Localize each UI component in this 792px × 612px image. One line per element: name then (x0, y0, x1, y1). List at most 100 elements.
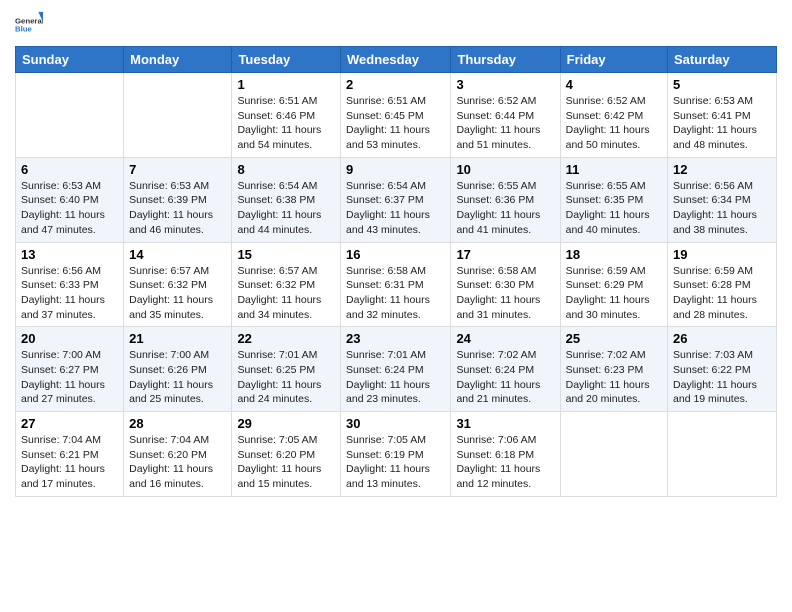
day-number: 18 (566, 247, 662, 262)
calendar-cell (16, 73, 124, 158)
day-number: 15 (237, 247, 335, 262)
day-number: 1 (237, 77, 335, 92)
day-number: 25 (566, 331, 662, 346)
day-number: 13 (21, 247, 118, 262)
calendar-cell: 16 Sunrise: 6:58 AMSunset: 6:31 PMDayligh… (341, 242, 451, 327)
calendar-cell: 2 Sunrise: 6:51 AMSunset: 6:45 PMDaylight… (341, 73, 451, 158)
calendar-cell: 18 Sunrise: 6:59 AMSunset: 6:29 PMDayligh… (560, 242, 667, 327)
day-number: 28 (129, 416, 226, 431)
weekday-monday: Monday (124, 47, 232, 73)
day-number: 24 (456, 331, 554, 346)
day-number: 16 (346, 247, 445, 262)
week-row-2: 6 Sunrise: 6:53 AMSunset: 6:40 PMDaylight… (16, 157, 777, 242)
day-info: Sunrise: 7:00 AMSunset: 6:27 PMDaylight:… (21, 348, 118, 407)
day-info: Sunrise: 6:57 AMSunset: 6:32 PMDaylight:… (129, 264, 226, 323)
day-number: 8 (237, 162, 335, 177)
weekday-wednesday: Wednesday (341, 47, 451, 73)
calendar-cell: 11Sunrise: 6:55 AMSunset: 6:35 PMDayligh… (560, 157, 667, 242)
calendar-cell: 15 Sunrise: 6:57 AMSunset: 6:32 PMDayligh… (232, 242, 341, 327)
day-info: Sunrise: 6:58 AMSunset: 6:30 PMDaylight:… (456, 264, 554, 323)
day-info: Sunrise: 7:00 AMSunset: 6:26 PMDaylight:… (129, 348, 226, 407)
calendar-cell: 31Sunrise: 7:06 AMSunset: 6:18 PMDayligh… (451, 412, 560, 497)
calendar-cell: 19Sunrise: 6:59 AMSunset: 6:28 PMDayligh… (668, 242, 777, 327)
calendar-cell: 6 Sunrise: 6:53 AMSunset: 6:40 PMDaylight… (16, 157, 124, 242)
day-info: Sunrise: 7:02 AMSunset: 6:23 PMDaylight:… (566, 348, 662, 407)
day-number: 29 (237, 416, 335, 431)
day-info: Sunrise: 6:53 AMSunset: 6:41 PMDaylight:… (673, 94, 771, 153)
calendar-cell (124, 73, 232, 158)
day-number: 26 (673, 331, 771, 346)
calendar-cell: 9 Sunrise: 6:54 AMSunset: 6:37 PMDaylight… (341, 157, 451, 242)
weekday-tuesday: Tuesday (232, 47, 341, 73)
calendar-cell: 7 Sunrise: 6:53 AMSunset: 6:39 PMDaylight… (124, 157, 232, 242)
week-row-1: 1 Sunrise: 6:51 AMSunset: 6:46 PMDaylight… (16, 73, 777, 158)
day-number: 31 (456, 416, 554, 431)
calendar-cell: 23 Sunrise: 7:01 AMSunset: 6:24 PMDayligh… (341, 327, 451, 412)
day-number: 2 (346, 77, 445, 92)
page-header: General Blue (15, 10, 777, 38)
day-info: Sunrise: 6:53 AMSunset: 6:40 PMDaylight:… (21, 179, 118, 238)
day-number: 22 (237, 331, 335, 346)
calendar-cell: 27 Sunrise: 7:04 AMSunset: 6:21 PMDayligh… (16, 412, 124, 497)
day-info: Sunrise: 7:01 AMSunset: 6:24 PMDaylight:… (346, 348, 445, 407)
day-number: 5 (673, 77, 771, 92)
day-number: 14 (129, 247, 226, 262)
day-number: 4 (566, 77, 662, 92)
calendar-cell: 25 Sunrise: 7:02 AMSunset: 6:23 PMDayligh… (560, 327, 667, 412)
calendar-cell: 20 Sunrise: 7:00 AMSunset: 6:27 PMDayligh… (16, 327, 124, 412)
day-info: Sunrise: 6:59 AMSunset: 6:28 PMDaylight:… (673, 264, 771, 323)
day-info: Sunrise: 7:04 AMSunset: 6:21 PMDaylight:… (21, 433, 118, 492)
day-number: 12 (673, 162, 771, 177)
day-info: Sunrise: 6:51 AMSunset: 6:46 PMDaylight:… (237, 94, 335, 153)
weekday-header-row: SundayMondayTuesdayWednesdayThursdayFrid… (16, 47, 777, 73)
calendar-table: SundayMondayTuesdayWednesdayThursdayFrid… (15, 46, 777, 497)
day-info: Sunrise: 7:02 AMSunset: 6:24 PMDaylight:… (456, 348, 554, 407)
calendar-cell: 13 Sunrise: 6:56 AMSunset: 6:33 PMDayligh… (16, 242, 124, 327)
day-info: Sunrise: 7:05 AMSunset: 6:19 PMDaylight:… (346, 433, 445, 492)
day-number: 10 (456, 162, 554, 177)
calendar-cell: 17 Sunrise: 6:58 AMSunset: 6:30 PMDayligh… (451, 242, 560, 327)
day-number: 27 (21, 416, 118, 431)
calendar-cell (668, 412, 777, 497)
day-info: Sunrise: 6:57 AMSunset: 6:32 PMDaylight:… (237, 264, 335, 323)
day-info: Sunrise: 6:54 AMSunset: 6:38 PMDaylight:… (237, 179, 335, 238)
calendar-cell: 1 Sunrise: 6:51 AMSunset: 6:46 PMDaylight… (232, 73, 341, 158)
calendar-cell: 5 Sunrise: 6:53 AMSunset: 6:41 PMDaylight… (668, 73, 777, 158)
calendar-cell (560, 412, 667, 497)
calendar-cell: 4Sunrise: 6:52 AMSunset: 6:42 PMDaylight… (560, 73, 667, 158)
day-number: 6 (21, 162, 118, 177)
day-number: 20 (21, 331, 118, 346)
calendar-cell: 21 Sunrise: 7:00 AMSunset: 6:26 PMDayligh… (124, 327, 232, 412)
day-info: Sunrise: 7:05 AMSunset: 6:20 PMDaylight:… (237, 433, 335, 492)
day-info: Sunrise: 6:53 AMSunset: 6:39 PMDaylight:… (129, 179, 226, 238)
day-number: 7 (129, 162, 226, 177)
calendar-cell: 8 Sunrise: 6:54 AMSunset: 6:38 PMDaylight… (232, 157, 341, 242)
day-number: 11 (566, 162, 662, 177)
calendar-cell: 28 Sunrise: 7:04 AMSunset: 6:20 PMDayligh… (124, 412, 232, 497)
weekday-thursday: Thursday (451, 47, 560, 73)
calendar-cell: 3Sunrise: 6:52 AMSunset: 6:44 PMDaylight… (451, 73, 560, 158)
day-info: Sunrise: 6:51 AMSunset: 6:45 PMDaylight:… (346, 94, 445, 153)
logo-icon: General Blue (15, 8, 43, 36)
calendar-cell: 26 Sunrise: 7:03 AMSunset: 6:22 PMDayligh… (668, 327, 777, 412)
day-number: 23 (346, 331, 445, 346)
day-number: 17 (456, 247, 554, 262)
day-info: Sunrise: 7:03 AMSunset: 6:22 PMDaylight:… (673, 348, 771, 407)
day-info: Sunrise: 7:01 AMSunset: 6:25 PMDaylight:… (237, 348, 335, 407)
day-info: Sunrise: 6:56 AMSunset: 6:33 PMDaylight:… (21, 264, 118, 323)
calendar-cell: 30Sunrise: 7:05 AMSunset: 6:19 PMDayligh… (341, 412, 451, 497)
week-row-5: 27 Sunrise: 7:04 AMSunset: 6:21 PMDayligh… (16, 412, 777, 497)
logo: General Blue (15, 10, 45, 38)
day-info: Sunrise: 6:55 AMSunset: 6:36 PMDaylight:… (456, 179, 554, 238)
day-number: 21 (129, 331, 226, 346)
weekday-friday: Friday (560, 47, 667, 73)
day-number: 3 (456, 77, 554, 92)
day-number: 9 (346, 162, 445, 177)
day-info: Sunrise: 6:59 AMSunset: 6:29 PMDaylight:… (566, 264, 662, 323)
weekday-saturday: Saturday (668, 47, 777, 73)
calendar-cell: 12Sunrise: 6:56 AMSunset: 6:34 PMDayligh… (668, 157, 777, 242)
day-info: Sunrise: 7:04 AMSunset: 6:20 PMDaylight:… (129, 433, 226, 492)
week-row-3: 13 Sunrise: 6:56 AMSunset: 6:33 PMDayligh… (16, 242, 777, 327)
day-info: Sunrise: 6:58 AMSunset: 6:31 PMDaylight:… (346, 264, 445, 323)
day-info: Sunrise: 6:54 AMSunset: 6:37 PMDaylight:… (346, 179, 445, 238)
